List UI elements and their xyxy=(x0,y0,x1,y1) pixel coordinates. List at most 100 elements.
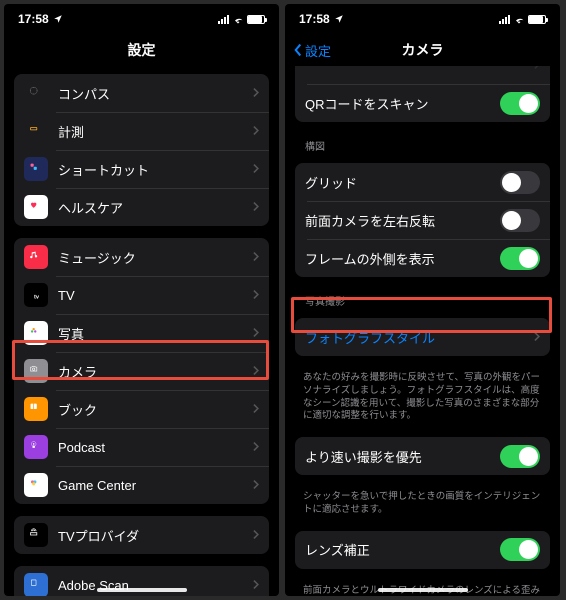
settings-row-gamecenter[interactable]: Game Center xyxy=(14,466,269,504)
page-title: カメラ xyxy=(402,40,444,60)
status-time: 17:58 xyxy=(18,12,49,26)
row-label: レンズ補正 xyxy=(305,540,500,559)
chevron-right-icon xyxy=(533,66,540,73)
row-label: 写真 xyxy=(58,324,252,343)
row-label: カメラ xyxy=(58,362,252,381)
row-label: TVプロバイダ xyxy=(58,526,252,545)
row-label: フレームの外側を表示 xyxy=(305,249,500,268)
tvprovider-icon xyxy=(24,523,48,547)
shortcuts-icon xyxy=(24,157,48,181)
row-label: Podcast xyxy=(58,440,252,455)
settings-root-screen: 17:58 設定 コンパス計測ショートカットヘルスケアミュージック tv TV 写真カ… xyxy=(4,4,279,596)
toggle-switch[interactable] xyxy=(500,247,540,270)
chevron-right-icon xyxy=(252,478,259,493)
home-indicator[interactable] xyxy=(378,588,468,592)
row-comp-0[interactable]: グリッド xyxy=(295,163,550,201)
nav-bar: 設定 xyxy=(4,34,279,66)
health-icon xyxy=(24,195,48,219)
toggle-switch[interactable] xyxy=(500,209,540,232)
row-label: TV xyxy=(58,288,252,303)
gamecenter-icon xyxy=(24,473,48,497)
chevron-right-icon xyxy=(252,200,259,215)
tv-icon: tv xyxy=(24,283,48,307)
toggle-switch[interactable] xyxy=(500,538,540,561)
back-label: 設定 xyxy=(305,41,331,60)
toggle-switch[interactable] xyxy=(500,445,540,468)
row-label: ショートカット xyxy=(58,160,252,179)
row-label: ブック xyxy=(58,400,252,419)
status-time: 17:58 xyxy=(299,12,330,26)
camera-icon xyxy=(24,359,48,383)
location-icon xyxy=(53,14,63,24)
row-label: コンパス xyxy=(58,84,252,103)
chevron-right-icon xyxy=(252,250,259,265)
signal-icon xyxy=(499,15,510,24)
section-header-photo: 写真撮影 xyxy=(285,289,560,310)
row-label: ミュージック xyxy=(58,248,252,267)
chevron-right-icon xyxy=(252,402,259,417)
chevron-right-icon xyxy=(252,440,259,455)
chevron-right-icon xyxy=(252,326,259,341)
books-icon xyxy=(24,397,48,421)
row-comp-1[interactable]: 前面カメラを左右反転 xyxy=(295,201,550,239)
nav-bar: 設定 カメラ xyxy=(285,34,560,66)
chevron-right-icon xyxy=(252,162,259,177)
compass-icon xyxy=(24,81,48,105)
row-label: ヘルスケア xyxy=(58,198,252,217)
row-label: フォトグラフスタイル xyxy=(305,328,533,347)
row-photographic-styles[interactable]: フォトグラフスタイル xyxy=(295,318,550,356)
battery-icon xyxy=(247,15,265,24)
settings-row-books[interactable]: ブック xyxy=(14,390,269,428)
section-header-composition: 構図 xyxy=(285,134,560,155)
settings-row-tv[interactable]: tv TV xyxy=(14,276,269,314)
podcast-icon xyxy=(24,435,48,459)
toggle-switch[interactable] xyxy=(500,92,540,115)
home-indicator[interactable] xyxy=(97,588,187,592)
row-comp-2[interactable]: フレームの外側を表示 xyxy=(295,239,550,277)
footer-photostyle: あなたの好みを撮影時に反映させて、写真の外観をパーソナライズしましょう。フォトグ… xyxy=(285,368,560,429)
row-prev[interactable] xyxy=(295,66,550,84)
settings-row-compass[interactable]: コンパス xyxy=(14,74,269,112)
footer-faster: シャッターを急いで押したときの画質をインテリジェントに適応させます。 xyxy=(285,487,560,523)
wifi-icon xyxy=(232,15,244,24)
status-bar: 17:58 xyxy=(285,4,560,34)
chevron-right-icon xyxy=(252,578,259,593)
status-bar: 17:58 xyxy=(4,4,279,34)
chevron-right-icon xyxy=(252,86,259,101)
chevron-right-icon xyxy=(252,288,259,303)
row-lens-0[interactable]: レンズ補正 xyxy=(295,531,550,569)
settings-row-shortcuts[interactable]: ショートカット xyxy=(14,150,269,188)
battery-icon xyxy=(528,15,546,24)
camera-settings-screen: 17:58 設定 カメラ QRコードをスキャン構図グリッド前面カメラを左右反転フ… xyxy=(285,4,560,596)
adobe-icon xyxy=(24,573,48,596)
settings-row-health[interactable]: ヘルスケア xyxy=(14,188,269,226)
toggle-switch[interactable] xyxy=(500,171,540,194)
page-title: 設定 xyxy=(128,40,156,60)
row-label: 前面カメラを左右反転 xyxy=(305,211,500,230)
settings-row-music[interactable]: ミュージック xyxy=(14,238,269,276)
row-qr[interactable]: QRコードをスキャン xyxy=(295,84,550,122)
measure-icon xyxy=(24,119,48,143)
wifi-icon xyxy=(513,15,525,24)
back-button[interactable]: 設定 xyxy=(293,41,331,60)
row-label: 計測 xyxy=(58,122,252,141)
settings-row-photos[interactable]: 写真 xyxy=(14,314,269,352)
row-label: Game Center xyxy=(58,478,252,493)
settings-list[interactable]: コンパス計測ショートカットヘルスケアミュージック tv TV 写真カメラブック Podc… xyxy=(4,66,279,596)
settings-row-tvprovider[interactable]: TVプロバイダ xyxy=(14,516,269,554)
settings-row-podcast[interactable]: Podcast xyxy=(14,428,269,466)
settings-row-measure[interactable]: 計測 xyxy=(14,112,269,150)
camera-settings-list[interactable]: QRコードをスキャン構図グリッド前面カメラを左右反転フレームの外側を表示写真撮影… xyxy=(285,66,560,596)
row-label: QRコードをスキャン xyxy=(305,94,500,113)
row-faster-0[interactable]: より速い撮影を優先 xyxy=(295,437,550,475)
signal-icon xyxy=(218,15,229,24)
chevron-right-icon xyxy=(533,330,540,345)
row-label: より速い撮影を優先 xyxy=(305,447,500,466)
location-icon xyxy=(334,14,344,24)
chevron-right-icon xyxy=(252,124,259,139)
settings-row-camera[interactable]: カメラ xyxy=(14,352,269,390)
svg-text:tv: tv xyxy=(34,294,40,300)
music-icon xyxy=(24,245,48,269)
chevron-right-icon xyxy=(252,528,259,543)
chevron-right-icon xyxy=(252,364,259,379)
